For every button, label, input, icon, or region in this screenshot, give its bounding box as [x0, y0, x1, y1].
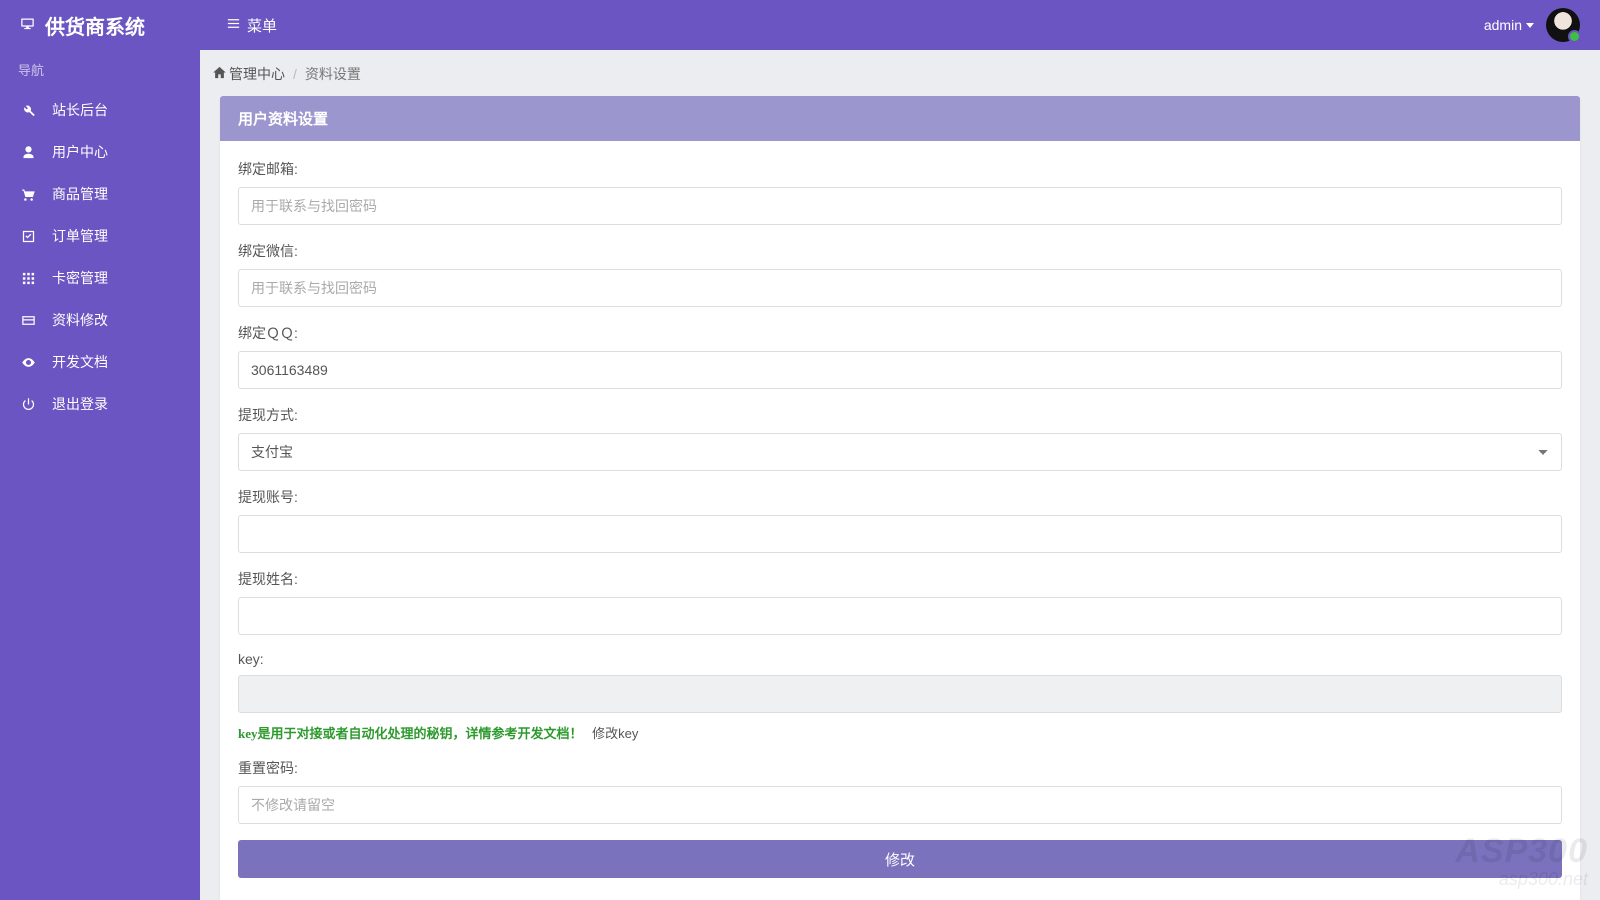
eye-icon [20, 354, 36, 370]
sidebar-item-dev-docs[interactable]: 开发文档 [0, 341, 200, 383]
label-qq: 绑定ＱＱ: [238, 323, 1562, 343]
field-key: key: key是用于对接或者自动化处理的秘钥，详情参考开发文档！ 修改key [238, 651, 1562, 742]
home-icon [212, 65, 227, 83]
label-email: 绑定邮箱: [238, 159, 1562, 179]
content-area: 管理中心 / 资料设置 用户资料设置 绑定邮箱: 绑定微信: 绑定ＱＱ: 提现方… [200, 50, 1600, 900]
field-qq: 绑定ＱＱ: [238, 323, 1562, 389]
withdraw-name-input[interactable] [238, 597, 1562, 635]
cart-icon [20, 186, 36, 202]
sidebar-item-card-mgmt[interactable]: 卡密管理 [0, 257, 200, 299]
top-navbar: 供货商系统 菜单 admin [0, 0, 1600, 50]
breadcrumb-current: 资料设置 [305, 64, 361, 84]
label-withdraw-method: 提现方式: [238, 405, 1562, 425]
breadcrumb-home-label: 管理中心 [229, 64, 285, 84]
profile-panel: 用户资料设置 绑定邮箱: 绑定微信: 绑定ＱＱ: 提现方式: 支付宝 [220, 96, 1580, 900]
sidebar-item-order-mgmt[interactable]: 订单管理 [0, 215, 200, 257]
user-dropdown[interactable]: admin [1484, 17, 1534, 33]
sidebar-item-label: 用户中心 [52, 142, 108, 162]
sidebar-item-admin-backend[interactable]: 站长后台 [0, 89, 200, 131]
sidebar-item-label: 订单管理 [52, 226, 108, 246]
wechat-input[interactable] [238, 269, 1562, 307]
field-wechat: 绑定微信: [238, 241, 1562, 307]
check-square-icon [20, 228, 36, 244]
withdraw-account-input[interactable] [238, 515, 1562, 553]
withdraw-method-select[interactable]: 支付宝 [238, 433, 1562, 471]
reset-password-input[interactable] [238, 786, 1562, 824]
menu-toggle-label: 菜单 [247, 15, 277, 36]
sidebar-item-user-center[interactable]: 用户中心 [0, 131, 200, 173]
sidebar: 导航 站长后台 用户中心 商品管理 订单管理 卡密管理 资料修改 开发文档 退出… [0, 50, 200, 900]
field-reset-password: 重置密码: [238, 758, 1562, 824]
field-withdraw-method: 提现方式: 支付宝 [238, 405, 1562, 471]
monitor-icon [20, 14, 35, 37]
key-help-text: key是用于对接或者自动化处理的秘钥，详情参考开发文档！ [238, 726, 583, 741]
sidebar-item-product-mgmt[interactable]: 商品管理 [0, 173, 200, 215]
label-wechat: 绑定微信: [238, 241, 1562, 261]
card-icon [20, 312, 36, 328]
panel-title: 用户资料设置 [220, 96, 1580, 141]
submit-button[interactable]: 修改 [238, 840, 1562, 878]
panel-body: 绑定邮箱: 绑定微信: 绑定ＱＱ: 提现方式: 支付宝 提现账号: [220, 141, 1580, 900]
field-withdraw-account: 提现账号: [238, 487, 1562, 553]
power-icon [20, 396, 36, 412]
breadcrumb-separator: / [293, 66, 297, 82]
brand[interactable]: 供货商系统 [0, 0, 200, 50]
label-reset-password: 重置密码: [238, 758, 1562, 778]
breadcrumb: 管理中心 / 资料设置 [200, 50, 1600, 96]
label-key: key: [238, 651, 1562, 667]
field-email: 绑定邮箱: [238, 159, 1562, 225]
qq-input[interactable] [238, 351, 1562, 389]
email-input[interactable] [238, 187, 1562, 225]
label-withdraw-account: 提现账号: [238, 487, 1562, 507]
menu-collapse-icon [226, 16, 241, 35]
sidebar-section-header: 导航 [0, 50, 200, 89]
caret-down-icon [1526, 23, 1534, 28]
grid-icon [20, 270, 36, 286]
field-withdraw-name: 提现姓名: [238, 569, 1562, 635]
key-help-row: key是用于对接或者自动化处理的秘钥，详情参考开发文档！ 修改key [238, 723, 1562, 742]
navbar-right: admin [1484, 8, 1600, 42]
sidebar-item-label: 站长后台 [52, 100, 108, 120]
sidebar-item-label: 开发文档 [52, 352, 108, 372]
wrench-icon [20, 102, 36, 118]
avatar[interactable] [1546, 8, 1580, 42]
change-key-link[interactable]: 修改key [592, 726, 638, 741]
breadcrumb-home[interactable]: 管理中心 [212, 64, 285, 84]
sidebar-item-profile-edit[interactable]: 资料修改 [0, 299, 200, 341]
sidebar-item-logout[interactable]: 退出登录 [0, 383, 200, 425]
sidebar-item-label: 卡密管理 [52, 268, 108, 288]
key-input [238, 675, 1562, 713]
username-label: admin [1484, 17, 1522, 33]
sidebar-item-label: 资料修改 [52, 310, 108, 330]
user-icon [20, 144, 36, 160]
menu-toggle[interactable]: 菜单 [226, 15, 277, 36]
brand-text: 供货商系统 [45, 11, 145, 40]
sidebar-item-label: 商品管理 [52, 184, 108, 204]
sidebar-item-label: 退出登录 [52, 394, 108, 414]
label-withdraw-name: 提现姓名: [238, 569, 1562, 589]
